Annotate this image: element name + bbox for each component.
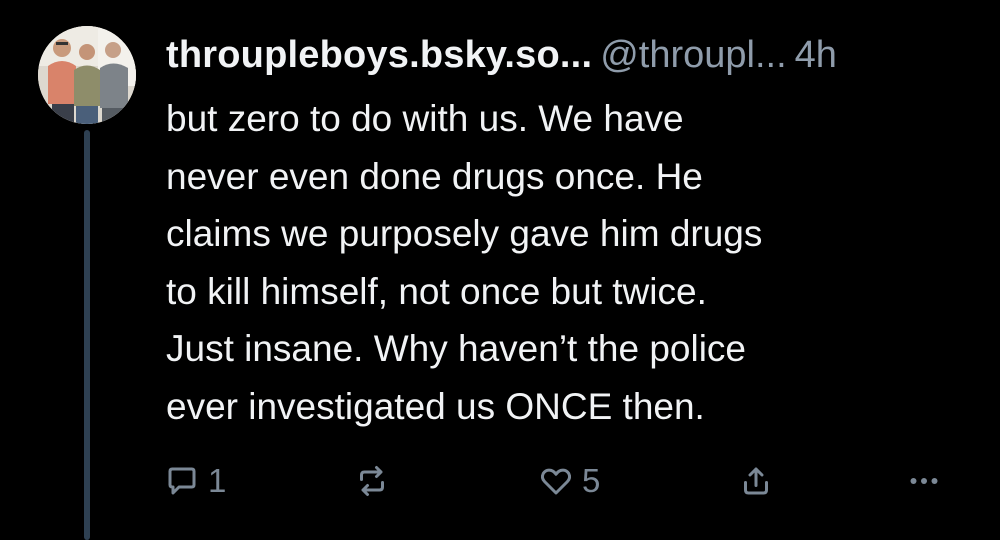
author-display-name[interactable]: throupleboys.bsky.so... <box>166 34 592 76</box>
heart-icon <box>540 468 572 495</box>
post-header: throupleboys.bsky.so... @throupl... 4h <box>166 30 966 80</box>
post-card[interactable]: throupleboys.bsky.so... @throupl... 4h but… <box>0 0 1000 540</box>
like-count: 5 <box>582 462 601 499</box>
reply-icon <box>168 467 196 495</box>
reply-button[interactable]: 1 <box>164 455 226 507</box>
reply-count: 1 <box>208 462 227 499</box>
post-text-line: Just insane. Why haven’t the police <box>166 328 746 369</box>
author-handle[interactable]: @throupl... <box>600 34 786 76</box>
share-icon <box>744 467 768 495</box>
post-actions: 1 5 <box>0 455 1000 507</box>
share-button[interactable] <box>738 455 774 507</box>
post-text-line: but zero to do with us. We have <box>166 98 684 139</box>
more-options-button[interactable] <box>906 455 942 507</box>
post-text-line: ever investigated us ONCE then. <box>166 385 705 427</box>
post-text-line: never even done drugs once. He <box>166 155 703 197</box>
post-timestamp[interactable]: 4h <box>795 34 837 76</box>
like-button[interactable]: 5 <box>538 455 600 507</box>
post-text-line: claims we purposely gave him drugs <box>166 213 763 254</box>
avatar-image <box>38 26 136 124</box>
repost-icon <box>360 466 384 496</box>
more-icon <box>910 478 938 484</box>
post-text-line: to kill himself, not once but twice. <box>166 270 707 312</box>
repost-button[interactable] <box>354 455 390 507</box>
avatar[interactable] <box>38 26 136 124</box>
post-text: but zero to do with us. We have never ev… <box>166 90 966 435</box>
